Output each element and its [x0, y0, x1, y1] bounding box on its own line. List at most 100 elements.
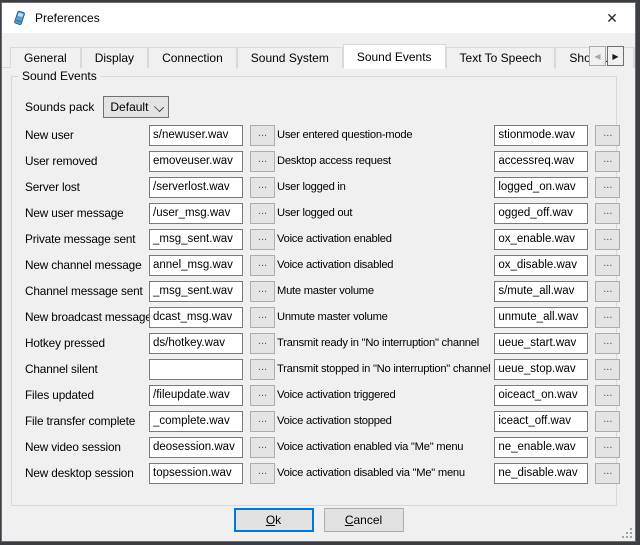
- sound-event-row: New user message ...: [25, 200, 275, 226]
- ok-button[interactable]: Ok: [234, 508, 314, 532]
- tab-scroll-left-button[interactable]: ◀: [589, 46, 606, 66]
- browse-button[interactable]: ...: [250, 333, 275, 354]
- sound-file-input[interactable]: [494, 333, 588, 354]
- sound-file-input[interactable]: [149, 151, 243, 172]
- browse-button[interactable]: ...: [250, 437, 275, 458]
- sound-file-input[interactable]: [149, 281, 243, 302]
- tab-video[interactable]: Video: [634, 47, 635, 68]
- sound-file-input[interactable]: [149, 411, 243, 432]
- browse-button[interactable]: ...: [595, 125, 620, 146]
- sound-event-row: New broadcast message ...: [25, 304, 275, 330]
- close-icon: ✕: [606, 10, 618, 27]
- browse-button[interactable]: ...: [250, 125, 275, 146]
- ellipsis-icon: ...: [258, 387, 267, 399]
- browse-button[interactable]: ...: [595, 203, 620, 224]
- sound-file-input[interactable]: [494, 203, 588, 224]
- sound-file-input[interactable]: [149, 437, 243, 458]
- sound-file-input[interactable]: [149, 125, 243, 146]
- ellipsis-icon: ...: [258, 257, 267, 269]
- close-button[interactable]: ✕: [595, 6, 629, 30]
- sound-event-label: User logged out: [277, 207, 494, 219]
- browse-button[interactable]: ...: [595, 307, 620, 328]
- browse-button[interactable]: ...: [595, 255, 620, 276]
- tab-text-to-speech[interactable]: Text To Speech: [446, 47, 556, 68]
- resize-grip[interactable]: [620, 526, 633, 539]
- ellipsis-icon: ...: [603, 387, 612, 399]
- ellipsis-icon: ...: [258, 335, 267, 347]
- sound-file-input[interactable]: [149, 359, 243, 380]
- sound-file-input[interactable]: [494, 411, 588, 432]
- sound-event-label: Files updated: [25, 388, 149, 402]
- browse-button[interactable]: ...: [250, 463, 275, 484]
- ellipsis-icon: ...: [258, 127, 267, 139]
- sound-file-input[interactable]: [149, 333, 243, 354]
- ellipsis-icon: ...: [603, 309, 612, 321]
- sound-event-label: Channel silent: [25, 362, 149, 376]
- browse-button[interactable]: ...: [250, 229, 275, 250]
- sound-event-row: Unmute master volume ...: [277, 304, 620, 330]
- sound-file-input[interactable]: [149, 203, 243, 224]
- browse-button[interactable]: ...: [250, 281, 275, 302]
- browse-button[interactable]: ...: [595, 333, 620, 354]
- preferences-dialog: Preferences ✕ General Display Connection…: [1, 2, 636, 542]
- sound-file-input[interactable]: [494, 151, 588, 172]
- sound-file-input[interactable]: [149, 385, 243, 406]
- browse-button[interactable]: ...: [595, 437, 620, 458]
- tab-display[interactable]: Display: [81, 47, 148, 68]
- sound-event-row: Transmit ready in "No interruption" chan…: [277, 330, 620, 356]
- browse-button[interactable]: ...: [250, 359, 275, 380]
- ellipsis-icon: ...: [603, 361, 612, 373]
- sound-file-input[interactable]: [494, 307, 588, 328]
- sound-file-input[interactable]: [494, 229, 588, 250]
- tab-connection[interactable]: Connection: [148, 47, 237, 68]
- browse-button[interactable]: ...: [250, 255, 275, 276]
- sound-file-input[interactable]: [494, 125, 588, 146]
- sound-event-row: Channel message sent ...: [25, 278, 275, 304]
- browse-button[interactable]: ...: [250, 411, 275, 432]
- browse-button[interactable]: ...: [250, 151, 275, 172]
- sound-file-input[interactable]: [149, 463, 243, 484]
- tab-sound-events[interactable]: Sound Events: [343, 44, 446, 69]
- sound-event-row: New channel message ...: [25, 252, 275, 278]
- sound-file-input[interactable]: [494, 463, 588, 484]
- browse-button[interactable]: ...: [595, 229, 620, 250]
- sounds-pack-select[interactable]: Default: [103, 96, 169, 118]
- sound-file-input[interactable]: [494, 281, 588, 302]
- browse-button[interactable]: ...: [595, 385, 620, 406]
- sound-event-label: User removed: [25, 154, 149, 168]
- browse-button[interactable]: ...: [595, 359, 620, 380]
- sound-event-label: New user message: [25, 206, 149, 220]
- sound-file-input[interactable]: [149, 177, 243, 198]
- tab-sound-system[interactable]: Sound System: [237, 47, 343, 68]
- browse-button[interactable]: ...: [250, 307, 275, 328]
- browse-button[interactable]: ...: [595, 463, 620, 484]
- browse-button[interactable]: ...: [250, 177, 275, 198]
- sound-file-input[interactable]: [494, 359, 588, 380]
- cancel-button[interactable]: Cancel: [324, 508, 404, 532]
- browse-button[interactable]: ...: [595, 151, 620, 172]
- sound-file-input[interactable]: [149, 229, 243, 250]
- sound-file-input[interactable]: [494, 385, 588, 406]
- browse-button[interactable]: ...: [250, 203, 275, 224]
- sound-event-row: Desktop access request ...: [277, 148, 620, 174]
- sound-event-label: New video session: [25, 440, 149, 454]
- sound-event-row: User entered question-mode ...: [277, 122, 620, 148]
- browse-button[interactable]: ...: [250, 385, 275, 406]
- ellipsis-icon: ...: [258, 179, 267, 191]
- sound-file-input[interactable]: [149, 307, 243, 328]
- tab-strip: General Display Connection Sound System …: [2, 33, 635, 69]
- sound-file-input[interactable]: [494, 255, 588, 276]
- ellipsis-icon: ...: [603, 127, 612, 139]
- sound-file-input[interactable]: [494, 437, 588, 458]
- browse-button[interactable]: ...: [595, 281, 620, 302]
- sound-file-input[interactable]: [494, 177, 588, 198]
- ellipsis-icon: ...: [258, 413, 267, 425]
- browse-button[interactable]: ...: [595, 177, 620, 198]
- titlebar[interactable]: Preferences ✕: [2, 3, 635, 33]
- sound-event-label: Channel message sent: [25, 284, 149, 298]
- sound-file-input[interactable]: [149, 255, 243, 276]
- tab-bar: General Display Connection Sound System …: [10, 44, 635, 68]
- tab-scroll-right-button[interactable]: ▶: [607, 46, 624, 66]
- browse-button[interactable]: ...: [595, 411, 620, 432]
- tab-general[interactable]: General: [10, 47, 81, 68]
